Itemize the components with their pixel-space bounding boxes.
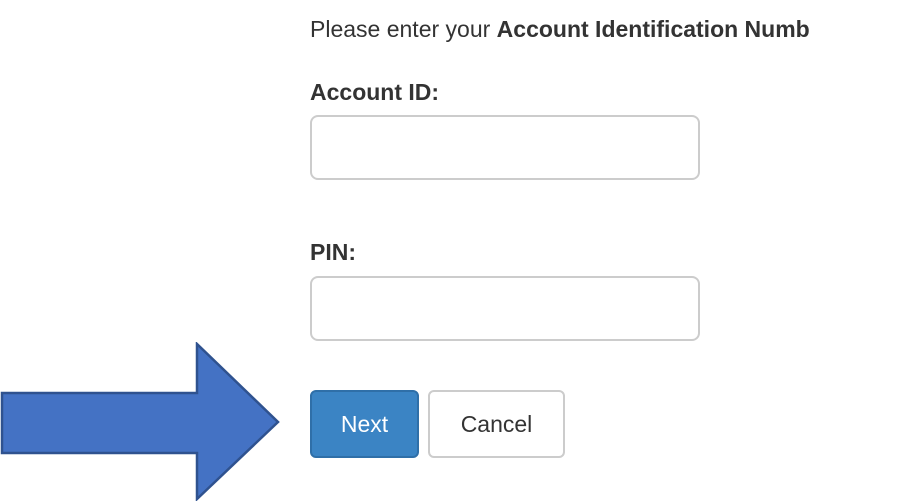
instruction-prefix: Please enter your <box>310 16 497 42</box>
login-page: Please enter your Account Identification… <box>0 0 913 501</box>
pin-label: PIN: <box>310 239 356 265</box>
instruction-emphasis: Account Identification Numb <box>496 16 810 42</box>
pin-input[interactable] <box>310 276 700 341</box>
account-id-input[interactable] <box>310 115 700 180</box>
right-arrow-icon <box>0 342 280 501</box>
arrow-shape <box>0 342 280 501</box>
account-id-label: Account ID: <box>310 79 440 105</box>
cancel-button[interactable]: Cancel <box>428 390 565 458</box>
next-button[interactable]: Next <box>310 390 419 458</box>
instruction-text: Please enter your Account Identification… <box>310 14 913 44</box>
